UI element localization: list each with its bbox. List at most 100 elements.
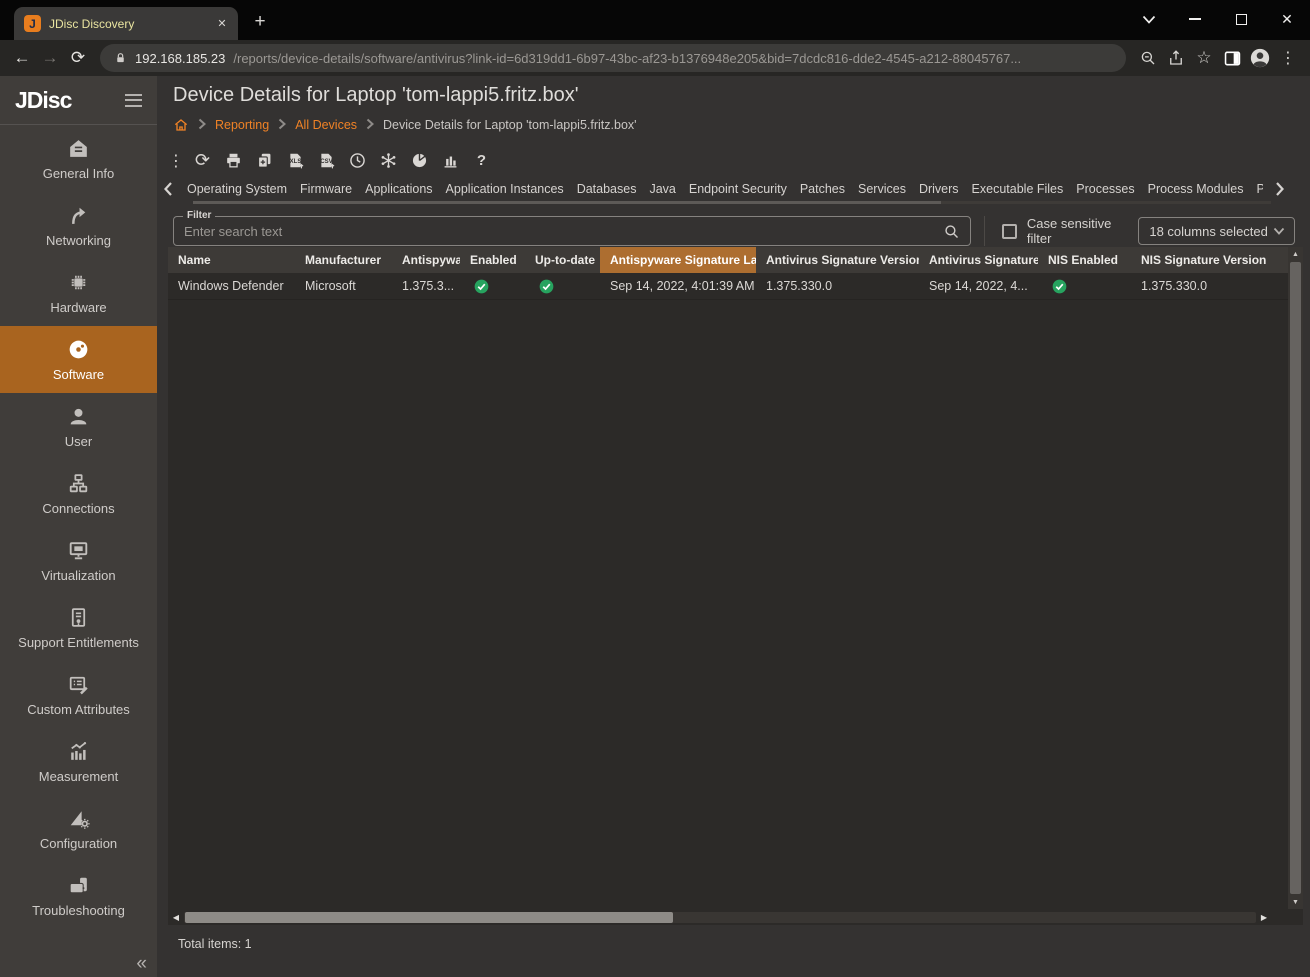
tab-services[interactable]: Services <box>858 182 906 196</box>
cell-manufacturer: Microsoft <box>295 279 392 293</box>
bar-chart-icon[interactable] <box>441 151 460 170</box>
columns-select-dropdown[interactable]: 18 columns selected <box>1138 217 1295 245</box>
search-icon[interactable] <box>932 217 970 245</box>
sidebar-item-configuration[interactable]: Configuration <box>0 795 157 862</box>
history-clock-icon[interactable] <box>348 151 367 170</box>
back-button[interactable]: ← <box>8 44 36 72</box>
print-icon[interactable] <box>224 151 243 170</box>
zoom-out-icon[interactable] <box>1134 44 1162 72</box>
divider <box>984 216 985 246</box>
tab-firmware[interactable]: Firmware <box>300 182 352 196</box>
breadcrumb-reporting[interactable]: Reporting <box>215 118 269 132</box>
col-manufacturer[interactable]: Manufacturer <box>295 247 392 273</box>
horizontal-scrollbar-track <box>184 912 1256 923</box>
tab-application-instances[interactable]: Application Instances <box>446 182 564 196</box>
tabs-scroll-left-icon[interactable] <box>157 179 179 199</box>
side-panel-icon[interactable] <box>1218 44 1246 72</box>
profile-avatar[interactable] <box>1246 44 1274 72</box>
tab-search-chevron-icon[interactable] <box>1126 0 1172 38</box>
col-antispyware-signature-last[interactable]: Antispyware Signature Last <box>600 247 756 273</box>
sidebar-item-networking[interactable]: Networking <box>0 192 157 259</box>
browser-tab-strip: J JDisc Discovery ✕ + ✕ <box>0 0 1310 40</box>
scroll-up-icon[interactable]: ▲ <box>1288 247 1303 261</box>
col-nis-enabled[interactable]: NIS Enabled <box>1038 247 1131 273</box>
col-nis-signature-version[interactable]: NIS Signature Version <box>1131 247 1281 273</box>
scroll-right-icon[interactable]: ▶ <box>1259 913 1269 922</box>
minimize-button[interactable] <box>1172 0 1218 38</box>
scroll-left-icon[interactable]: ◀ <box>171 913 181 922</box>
tab-process-modules[interactable]: Process Modules <box>1148 182 1244 196</box>
close-window-button[interactable]: ✕ <box>1264 0 1310 38</box>
scroll-down-icon[interactable]: ▼ <box>1288 895 1303 909</box>
sidebar-item-user[interactable]: User <box>0 393 157 460</box>
tab-operating-system[interactable]: Operating System <box>187 182 287 196</box>
tab-executable-files[interactable]: Executable Files <box>972 182 1064 196</box>
custom-attributes-icon <box>66 672 91 697</box>
search-input[interactable] <box>174 224 932 239</box>
home-icon[interactable] <box>173 117 189 133</box>
horizontal-scrollbar-thumb[interactable] <box>185 912 673 923</box>
col-enabled[interactable]: Enabled <box>460 247 525 273</box>
lock-icon <box>114 51 127 65</box>
tab-processes[interactable]: Processes <box>1076 182 1134 196</box>
browser-menu-kebab-icon[interactable]: ⋮ <box>1274 44 1302 72</box>
breadcrumb-all-devices[interactable]: All Devices <box>295 118 357 132</box>
browser-tab[interactable]: J JDisc Discovery ✕ <box>14 7 238 40</box>
sidebar-item-connections[interactable]: Connections <box>0 460 157 527</box>
table-row[interactable]: Windows Defender Microsoft 1.375.3... Se… <box>168 273 1303 300</box>
sidebar-item-support-entitlements[interactable]: Support Entitlements <box>0 594 157 661</box>
col-up-to-date[interactable]: Up-to-date <box>525 247 600 273</box>
copy-add-icon[interactable] <box>255 151 274 170</box>
filter-label: Filter <box>183 210 215 221</box>
support-entitlements-icon <box>66 605 91 630</box>
cell-enabled <box>460 279 525 294</box>
sidebar-item-hardware[interactable]: Hardware <box>0 259 157 326</box>
col-name[interactable]: Name <box>168 247 295 273</box>
tab-close-icon[interactable]: ✕ <box>214 16 230 32</box>
topology-icon[interactable] <box>379 151 398 170</box>
tab-patches[interactable]: Patches <box>800 182 845 196</box>
refresh-icon[interactable]: ⟳ <box>193 151 212 170</box>
col-antispyware[interactable]: Antispywar <box>392 247 460 273</box>
sidebar-item-general-info[interactable]: General Info <box>0 125 157 192</box>
check-icon <box>539 279 554 294</box>
maximize-button[interactable] <box>1218 0 1264 38</box>
tab-java[interactable]: Java <box>649 182 675 196</box>
tab-pending-update[interactable]: Pending Update <box>1257 182 1264 196</box>
help-icon[interactable]: ? <box>472 151 491 170</box>
sidebar-collapse-icon[interactable]: « <box>136 953 147 975</box>
reload-button[interactable]: ⟳ <box>64 44 92 72</box>
pie-chart-icon[interactable] <box>410 151 429 170</box>
export-xls-icon[interactable]: XLS <box>286 151 305 170</box>
sidebar-item-troubleshooting[interactable]: Troubleshooting <box>0 862 157 929</box>
tabs-scrollbar-thumb[interactable] <box>193 201 941 204</box>
forward-button[interactable]: → <box>36 44 64 72</box>
vertical-scrollbar-thumb[interactable] <box>1290 262 1301 894</box>
sidebar-item-custom-attributes[interactable]: Custom Attributes <box>0 661 157 728</box>
cell-antispyware-version: 1.375.3... <box>392 279 460 293</box>
export-csv-icon[interactable]: CSV <box>317 151 336 170</box>
browser-toolbar: ← → ⟳ 192.168.185.23/reports/device-deta… <box>0 40 1310 76</box>
tab-drivers[interactable]: Drivers <box>919 182 959 196</box>
troubleshooting-icon <box>66 873 91 898</box>
col-antivirus-signature[interactable]: Antivirus Signature <box>919 247 1038 273</box>
tab-databases[interactable]: Databases <box>577 182 637 196</box>
sidebar-item-software[interactable]: Software <box>0 326 157 393</box>
cell-nis-enabled <box>1038 279 1131 294</box>
address-bar[interactable]: 192.168.185.23/reports/device-details/so… <box>100 44 1126 72</box>
more-actions-kebab-icon[interactable]: ⋮ <box>171 151 181 170</box>
bookmark-star-icon[interactable]: ☆ <box>1190 44 1218 72</box>
new-tab-button[interactable]: + <box>246 8 274 36</box>
share-icon[interactable] <box>1162 44 1190 72</box>
sidebar-item-virtualization[interactable]: Virtualization <box>0 527 157 594</box>
tab-endpoint-security[interactable]: Endpoint Security <box>689 182 787 196</box>
col-antivirus-signature-version[interactable]: Antivirus Signature Version <box>756 247 919 273</box>
case-sensitive-checkbox[interactable] <box>1002 224 1017 239</box>
sidebar-item-measurement[interactable]: Measurement <box>0 728 157 795</box>
tabs-scroll-right-icon[interactable] <box>1269 179 1291 199</box>
cell-antivirus-signature-version: 1.375.330.0 <box>756 279 919 293</box>
case-sensitive-filter[interactable]: Case sensitive filter <box>1002 216 1138 246</box>
hamburger-menu-icon[interactable] <box>125 94 142 107</box>
cell-antivirus-signature: Sep 14, 2022, 4... <box>919 279 1038 293</box>
tab-applications[interactable]: Applications <box>365 182 432 196</box>
